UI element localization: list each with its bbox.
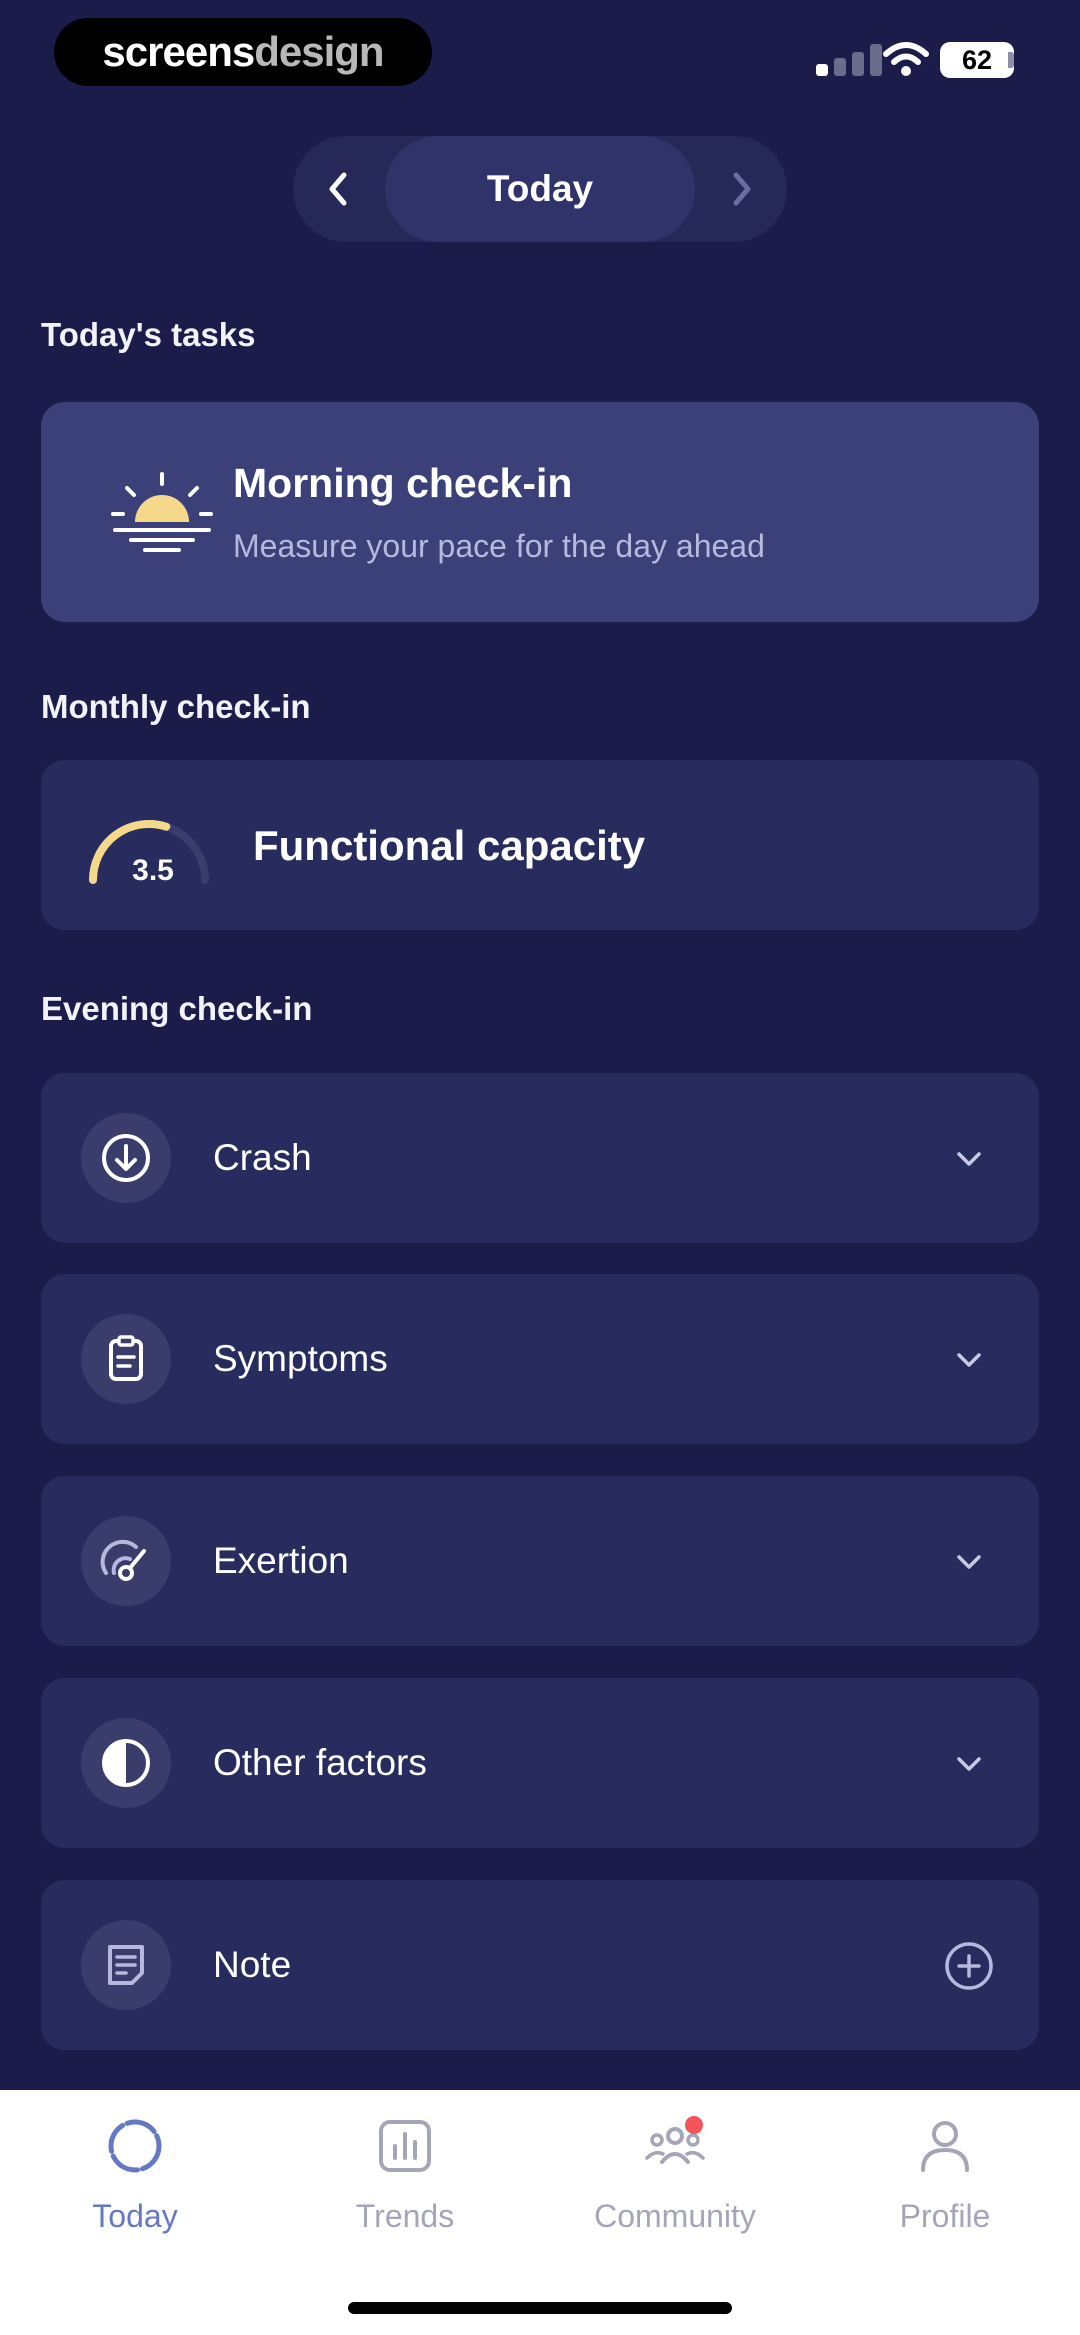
- tab-profile-label: Profile: [899, 2198, 991, 2234]
- home-indicator: [348, 2302, 732, 2314]
- clipboard-icon: [109, 1335, 143, 1381]
- evening-check-in-heading: Evening check-in: [41, 990, 313, 1027]
- next-day-button[interactable]: [695, 136, 787, 242]
- tab-today[interactable]: Today: [25, 2116, 245, 2266]
- bottom-tab-bar: Today Trends Community Profile: [0, 2090, 1080, 2335]
- symptoms-row[interactable]: Symptoms: [41, 1274, 1039, 1444]
- chevron-down-icon[interactable]: [951, 1141, 987, 1177]
- morning-check-in-card[interactable]: Morning check-in Measure your pace for t…: [41, 402, 1039, 622]
- exertion-row[interactable]: Exertion: [41, 1476, 1039, 1646]
- exertion-icon-container: [81, 1516, 171, 1606]
- person-icon: [921, 2121, 969, 2172]
- bar-chart-icon: [379, 2120, 431, 2172]
- notification-badge: [685, 2116, 703, 2134]
- tab-community[interactable]: Community: [565, 2116, 785, 2266]
- current-date-label[interactable]: Today: [385, 136, 695, 242]
- chevron-down-icon[interactable]: [951, 1342, 987, 1378]
- arrow-down-circle-icon: [102, 1134, 150, 1182]
- note-icon: [108, 1945, 144, 1985]
- crash-icon-container: [81, 1113, 171, 1203]
- crash-label: Crash: [213, 1137, 312, 1178]
- symptoms-label: Symptoms: [213, 1338, 388, 1379]
- tab-trends-label: Trends: [355, 2198, 455, 2234]
- status-bar: screens design 62: [0, 0, 1080, 110]
- crash-row[interactable]: Crash: [41, 1073, 1039, 1243]
- battery-nub: [1008, 52, 1014, 68]
- other-factors-icon-container: [81, 1718, 171, 1808]
- chevron-right-icon: [733, 172, 751, 206]
- tab-community-label: Community: [594, 2198, 756, 2234]
- chevron-down-icon[interactable]: [951, 1544, 987, 1580]
- note-label: Note: [213, 1944, 292, 1985]
- other-factors-row[interactable]: Other factors: [41, 1678, 1039, 1848]
- signal-icon: [816, 44, 892, 76]
- tab-today-label: Today: [92, 2198, 178, 2234]
- brand-part1: screens: [102, 28, 255, 75]
- other-factors-label: Other factors: [213, 1742, 427, 1783]
- previous-day-button[interactable]: [293, 136, 385, 242]
- symptoms-icon-container: [81, 1314, 171, 1404]
- monthly-check-in-heading: Monthly check-in: [41, 688, 311, 725]
- morning-check-in-subtitle: Measure your pace for the day ahead: [233, 528, 765, 564]
- tab-trends[interactable]: Trends: [295, 2116, 515, 2266]
- note-row[interactable]: Note: [41, 1880, 1039, 2050]
- brand-logo: screens design: [54, 18, 432, 86]
- speedometer-icon: [100, 1539, 146, 1581]
- half-circle-icon: [102, 1739, 150, 1787]
- note-icon-container: [81, 1920, 171, 2010]
- tab-profile[interactable]: Profile: [835, 2116, 1055, 2266]
- todays-tasks-heading: Today's tasks: [41, 316, 256, 353]
- functional-capacity-label: Functional capacity: [253, 822, 646, 869]
- functional-capacity-card[interactable]: 3.5 Functional capacity: [41, 760, 1039, 930]
- chevron-down-icon[interactable]: [951, 1746, 987, 1782]
- sunrise-icon: [111, 472, 213, 552]
- battery-indicator: 62: [940, 42, 1014, 78]
- add-note-icon[interactable]: [943, 1940, 995, 1992]
- brand-part2: design: [254, 28, 384, 75]
- morning-check-in-title: Morning check-in: [233, 460, 573, 506]
- gauge-value: 3.5: [132, 854, 174, 887]
- chevron-left-icon: [329, 172, 347, 206]
- today-ring-icon: [108, 2119, 162, 2173]
- wifi-icon: [883, 42, 929, 76]
- date-navigator: Today: [293, 136, 787, 242]
- exertion-label: Exertion: [213, 1540, 349, 1581]
